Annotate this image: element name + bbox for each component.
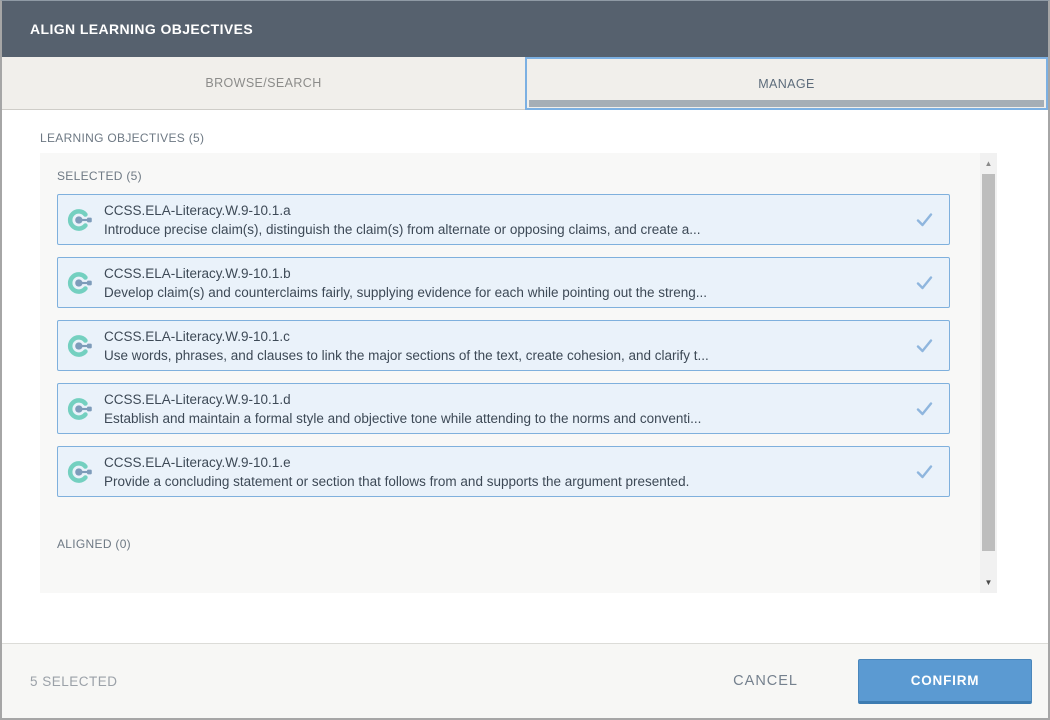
dialog-footer: 5 SELECTED CANCEL CONFIRM — [2, 643, 1048, 718]
objective-text: CCSS.ELA-Literacy.W.9-10.1.a Introduce p… — [104, 201, 701, 239]
scrollbar[interactable]: ▲ ▼ — [980, 153, 997, 593]
objective-code: CCSS.ELA-Literacy.W.9-10.1.b — [104, 264, 707, 283]
objective-code: CCSS.ELA-Literacy.W.9-10.1.c — [104, 327, 709, 346]
objective-code: CCSS.ELA-Literacy.W.9-10.1.a — [104, 201, 701, 220]
tab-bar: BROWSE/SEARCH MANAGE — [2, 57, 1048, 110]
selected-count: 5 SELECTED — [30, 674, 118, 689]
objective-row[interactable]: CCSS.ELA-Literacy.W.9-10.1.b Develop cla… — [57, 257, 950, 308]
objective-row[interactable]: CCSS.ELA-Literacy.W.9-10.1.c Use words, … — [57, 320, 950, 371]
objective-row[interactable]: CCSS.ELA-Literacy.W.9-10.1.a Introduce p… — [57, 194, 950, 245]
objective-description: Develop claim(s) and counterclaims fairl… — [104, 283, 707, 302]
objective-code: CCSS.ELA-Literacy.W.9-10.1.d — [104, 390, 701, 409]
objectives-list: CCSS.ELA-Literacy.W.9-10.1.a Introduce p… — [57, 194, 950, 497]
check-icon — [906, 276, 933, 290]
footer-actions: CANCEL CONFIRM — [727, 659, 1032, 704]
objective-description: Establish and maintain a formal style an… — [104, 409, 701, 428]
selected-group-label: SELECTED (5) — [57, 169, 950, 183]
scroll-down-icon[interactable]: ▼ — [980, 574, 997, 591]
objective-text: CCSS.ELA-Literacy.W.9-10.1.b Develop cla… — [104, 264, 707, 302]
dialog-content: LEARNING OBJECTIVES (5) SELECTED (5) CCS… — [2, 110, 1048, 643]
objective-text: CCSS.ELA-Literacy.W.9-10.1.c Use words, … — [104, 327, 709, 365]
aligned-group-label: ALIGNED (0) — [57, 537, 950, 551]
align-learning-objectives-dialog: ALIGN LEARNING OBJECTIVES BROWSE/SEARCH … — [0, 0, 1050, 720]
dialog-header: ALIGN LEARNING OBJECTIVES — [2, 1, 1048, 57]
objective-target-icon — [67, 332, 95, 360]
tab-browse-search-label: BROWSE/SEARCH — [205, 76, 321, 90]
objective-target-icon — [67, 206, 95, 234]
objective-description: Use words, phrases, and clauses to link … — [104, 346, 709, 365]
tab-manage[interactable]: MANAGE — [525, 57, 1048, 110]
cancel-button[interactable]: CANCEL — [727, 672, 804, 690]
objective-target-icon — [67, 395, 95, 423]
tab-browse-search[interactable]: BROWSE/SEARCH — [2, 57, 525, 110]
objective-row[interactable]: CCSS.ELA-Literacy.W.9-10.1.d Establish a… — [57, 383, 950, 434]
check-icon — [906, 339, 933, 353]
dialog-title: ALIGN LEARNING OBJECTIVES — [30, 21, 253, 37]
check-icon — [906, 213, 933, 227]
check-icon — [906, 465, 933, 479]
check-icon — [906, 402, 933, 416]
objective-description: Introduce precise claim(s), distinguish … — [104, 220, 701, 239]
objective-description: Provide a concluding statement or sectio… — [104, 472, 689, 491]
objective-target-icon — [67, 269, 95, 297]
scroll-up-icon[interactable]: ▲ — [980, 155, 997, 172]
objective-text: CCSS.ELA-Literacy.W.9-10.1.d Establish a… — [104, 390, 701, 428]
active-tab-indicator — [529, 100, 1044, 107]
learning-objectives-label: LEARNING OBJECTIVES (5) — [40, 131, 1010, 145]
scrollbar-thumb[interactable] — [982, 174, 995, 551]
objective-row[interactable]: CCSS.ELA-Literacy.W.9-10.1.e Provide a c… — [57, 446, 950, 497]
objective-code: CCSS.ELA-Literacy.W.9-10.1.e — [104, 453, 689, 472]
objective-text: CCSS.ELA-Literacy.W.9-10.1.e Provide a c… — [104, 453, 689, 491]
tab-manage-label: MANAGE — [758, 77, 815, 91]
objective-target-icon — [67, 458, 95, 486]
confirm-button[interactable]: CONFIRM — [858, 659, 1032, 704]
objectives-panel: SELECTED (5) CCSS.ELA-Literacy.W.9-10.1.… — [40, 153, 997, 593]
